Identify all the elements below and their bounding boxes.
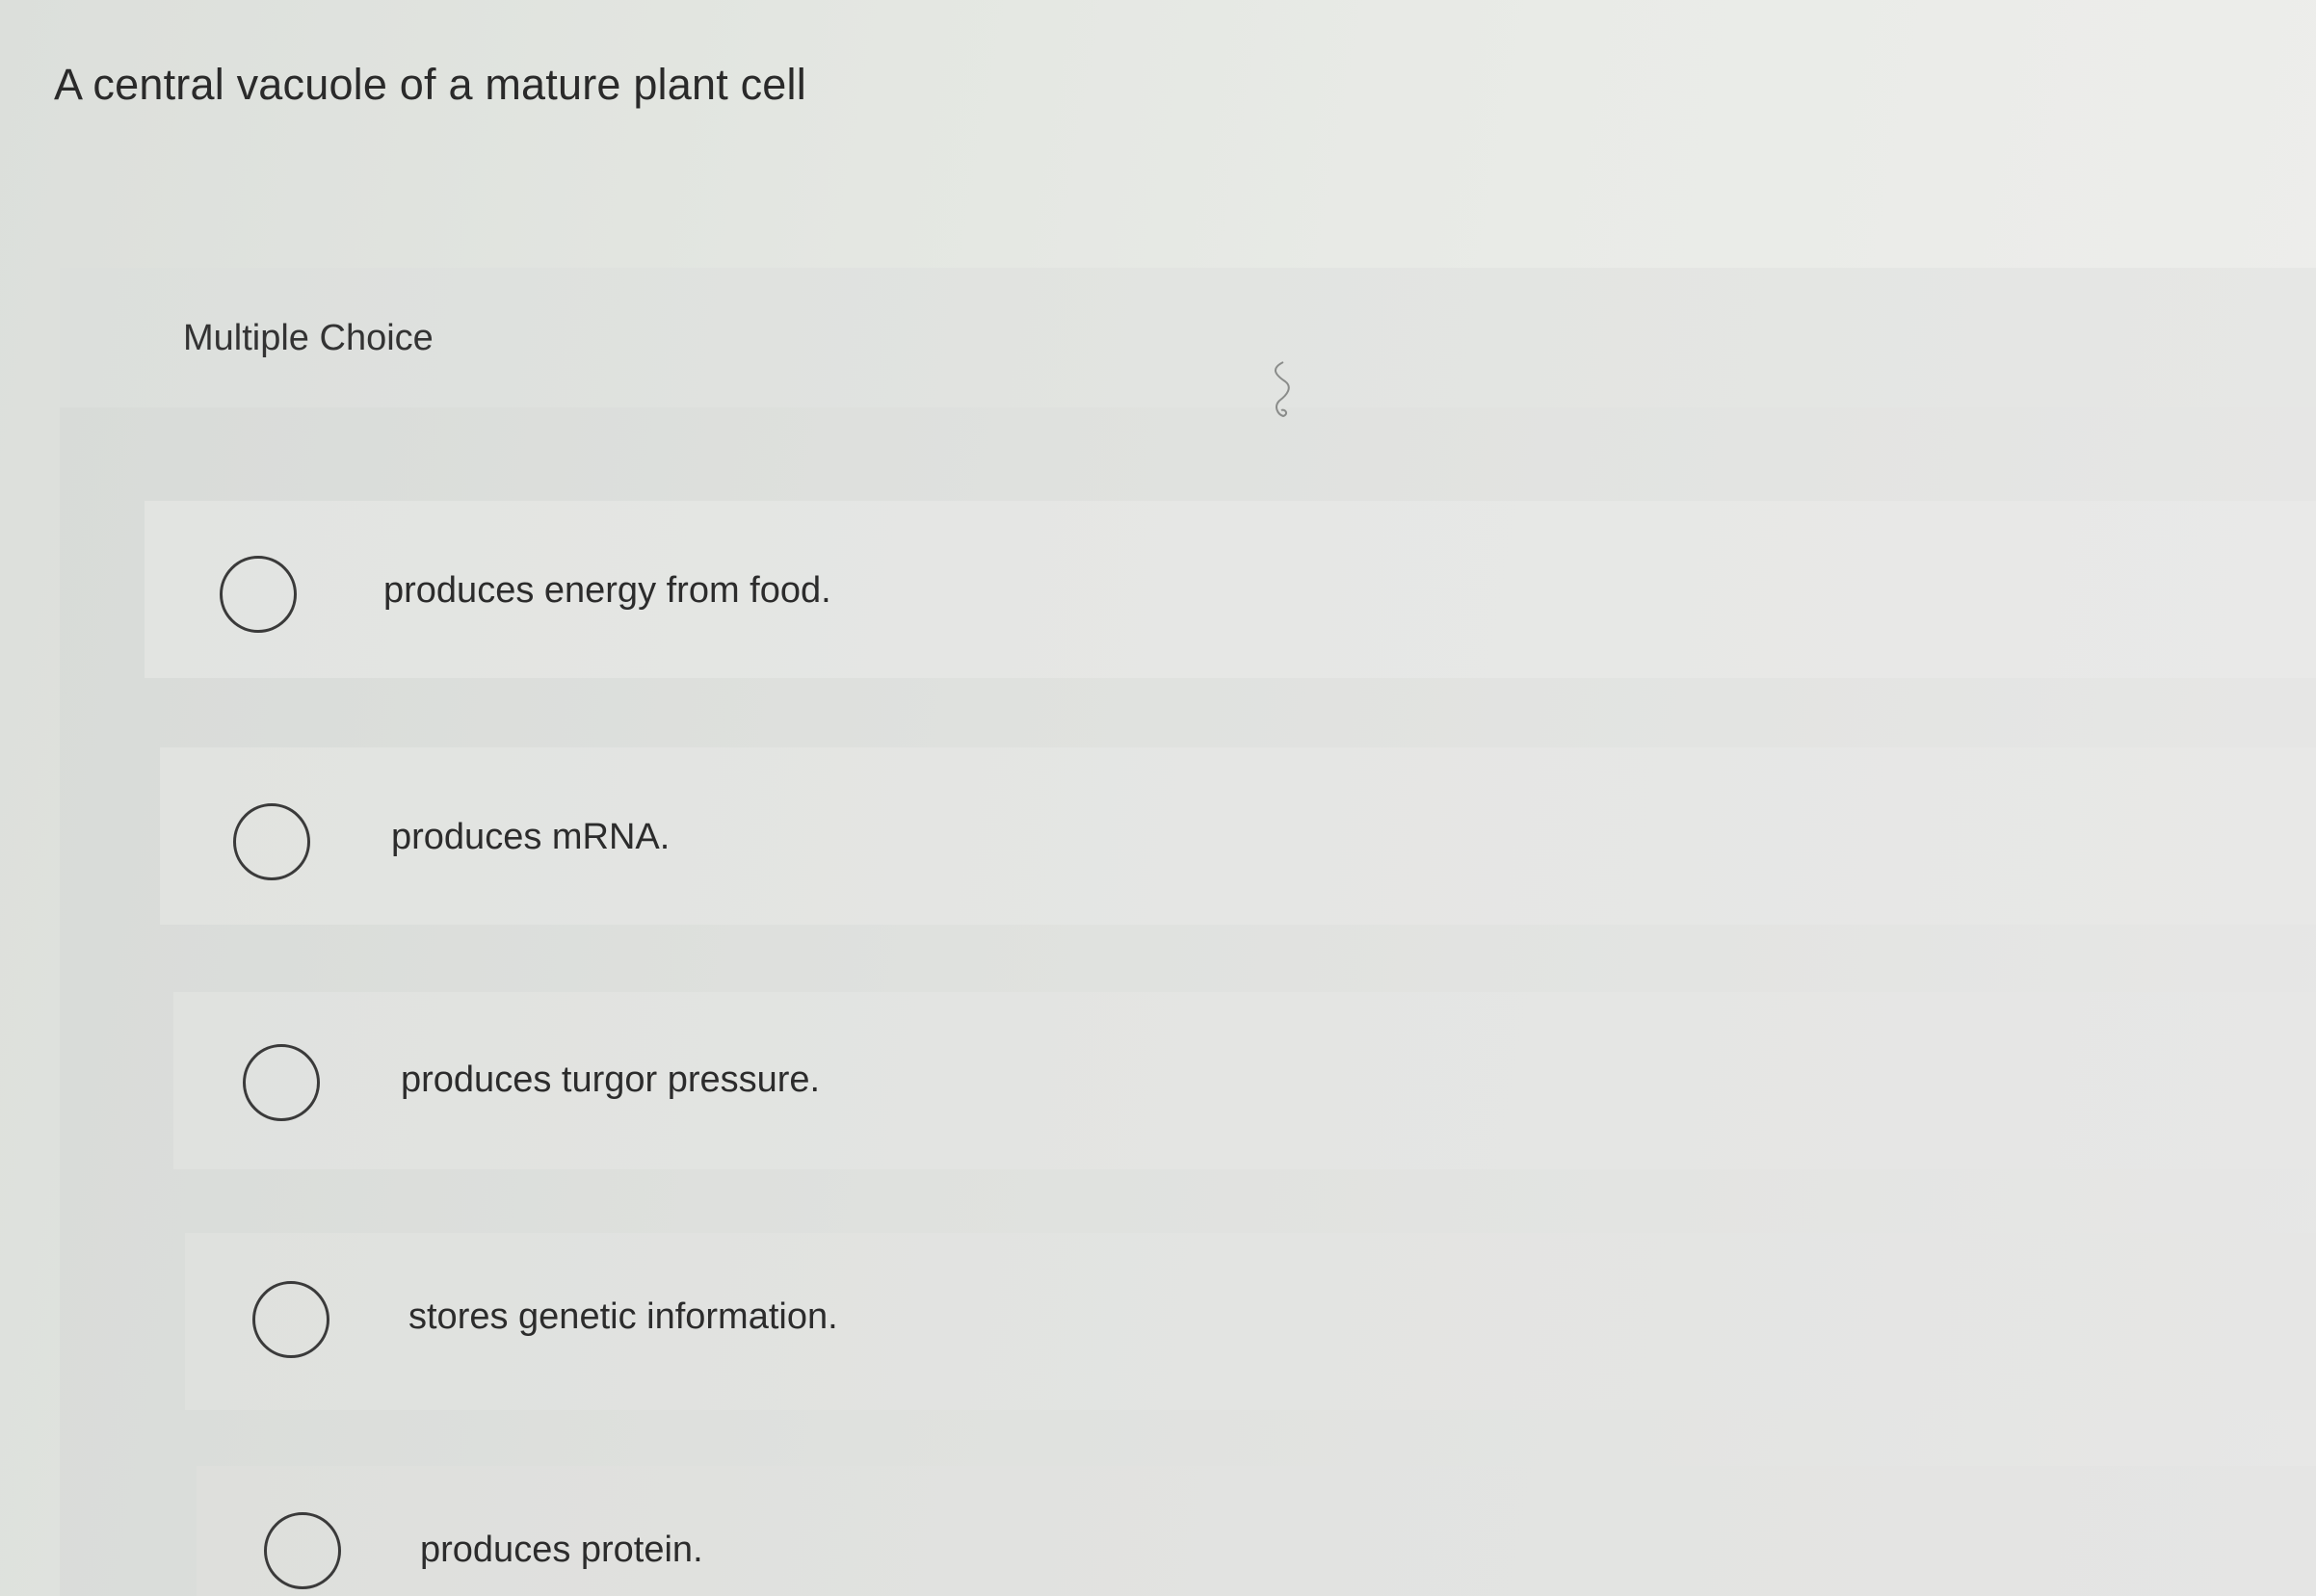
choice-label: produces turgor pressure.	[401, 1060, 821, 1100]
radio-unchecked-icon[interactable]	[243, 1044, 320, 1121]
radio-unchecked-icon[interactable]	[252, 1281, 329, 1358]
question-type-label: Multiple Choice	[183, 318, 434, 358]
choice-option-4[interactable]: stores genetic information.	[185, 1233, 2316, 1410]
radio-unchecked-icon[interactable]	[233, 803, 310, 880]
radio-unchecked-icon[interactable]	[264, 1512, 341, 1589]
choice-option-3[interactable]: produces turgor pressure.	[173, 992, 2316, 1169]
choice-option-1[interactable]: produces energy from food.	[145, 501, 2316, 678]
panel-header: Multiple Choice	[60, 268, 2316, 407]
choice-option-5[interactable]: produces protein.	[197, 1466, 2316, 1596]
question-text: A central vacuole of a mature plant cell	[54, 60, 806, 109]
radio-unchecked-icon[interactable]	[220, 556, 297, 633]
stray-mark-icon	[1275, 361, 1290, 418]
choice-option-2[interactable]: produces mRNA.	[160, 747, 2316, 925]
choice-label: produces mRNA.	[391, 817, 671, 857]
choice-label: produces protein.	[420, 1530, 703, 1570]
choice-label: stores genetic information.	[408, 1296, 838, 1337]
choice-label: produces energy from food.	[383, 570, 831, 611]
